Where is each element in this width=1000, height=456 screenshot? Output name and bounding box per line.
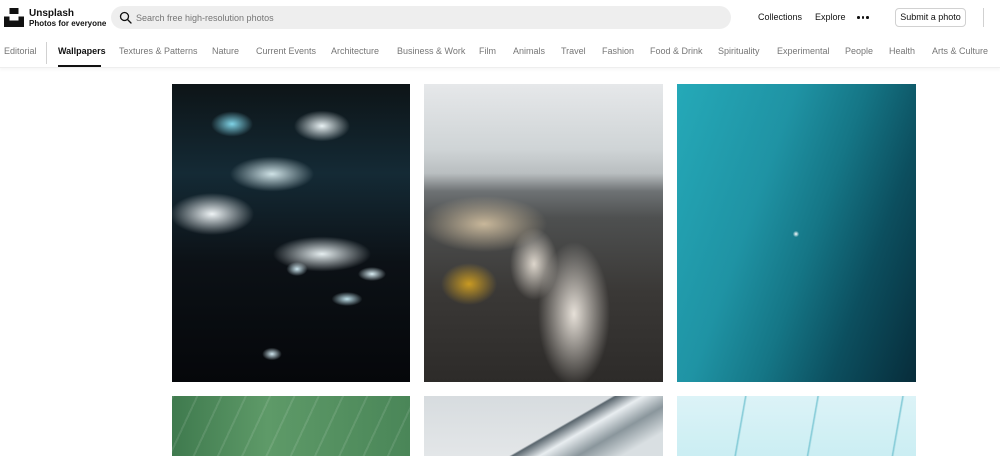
photo-aerial-braided-river[interactable] [424, 84, 663, 382]
photo-aerial-ocean-waves-ice[interactable] [172, 84, 410, 382]
category-experimental[interactable]: Experimental [777, 46, 830, 56]
header-divider [983, 8, 984, 27]
photo-aerial-boat-turquoise-sea[interactable] [677, 84, 916, 382]
photo-green-leaf[interactable] [172, 396, 410, 456]
search-icon[interactable] [119, 11, 132, 24]
category-travel[interactable]: Travel [561, 46, 586, 56]
category-health[interactable]: Health [889, 46, 915, 56]
category-food-drink[interactable]: Food & Drink [650, 46, 703, 56]
search-input[interactable] [136, 6, 721, 29]
brand-name[interactable]: Unsplash [29, 8, 74, 19]
active-category-underline [58, 65, 101, 67]
top-bar: Unsplash Photos for everyone Collections… [0, 0, 1000, 36]
search-bar [111, 6, 731, 29]
category-textures-patterns[interactable]: Textures & Patterns [119, 46, 198, 56]
category-nature[interactable]: Nature [212, 46, 239, 56]
nav-collections[interactable]: Collections [758, 12, 802, 22]
photo-snowy-mountain[interactable] [424, 396, 663, 456]
submit-photo-button[interactable]: Submit a photo [895, 8, 966, 27]
brand-tagline: Photos for everyone [29, 19, 107, 28]
category-divider [46, 42, 47, 64]
category-wallpapers[interactable]: Wallpapers [58, 46, 106, 56]
category-editorial[interactable]: Editorial [4, 46, 37, 56]
category-current-events[interactable]: Current Events [256, 46, 316, 56]
category-business-work[interactable]: Business & Work [397, 46, 465, 56]
category-fashion[interactable]: Fashion [602, 46, 634, 56]
category-arts-culture[interactable]: Arts & Culture [932, 46, 988, 56]
unsplash-logo[interactable] [4, 8, 24, 27]
category-bar: Editorial Wallpapers Textures & Patterns… [0, 36, 1000, 68]
category-architecture[interactable]: Architecture [331, 46, 379, 56]
category-spirituality[interactable]: Spirituality [718, 46, 760, 56]
category-animals[interactable]: Animals [513, 46, 545, 56]
more-horizontal-icon[interactable] [857, 16, 869, 19]
category-film[interactable]: Film [479, 46, 496, 56]
nav-explore[interactable]: Explore [815, 12, 846, 22]
category-people[interactable]: People [845, 46, 873, 56]
photo-light-blue-minimal[interactable] [677, 396, 916, 456]
